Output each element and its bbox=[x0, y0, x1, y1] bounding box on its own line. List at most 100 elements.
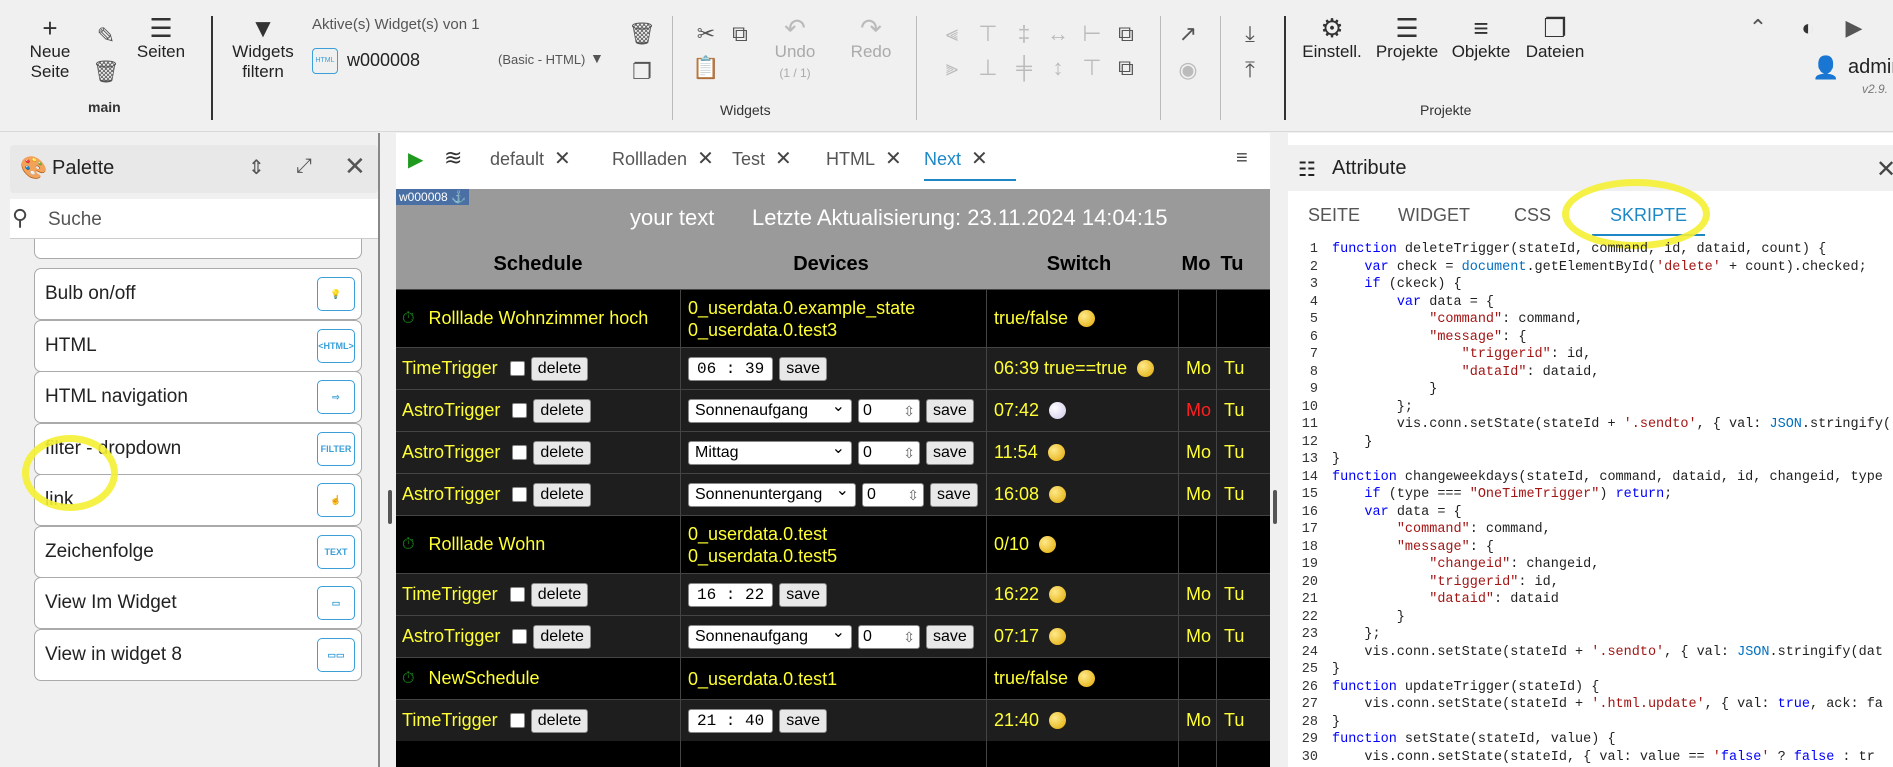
tu-cell[interactable]: Tu bbox=[1224, 574, 1244, 615]
align-vcenter-icon[interactable]: ‡ bbox=[1010, 20, 1038, 48]
objects-button[interactable]: ≡ Objekte bbox=[1450, 14, 1512, 62]
palette-item-partial[interactable] bbox=[34, 239, 362, 259]
align-bottom-icon[interactable]: ⊥ bbox=[974, 54, 1002, 82]
layers-icon[interactable]: ≋ bbox=[444, 145, 462, 171]
mo-cell[interactable]: Mo bbox=[1186, 390, 1211, 431]
offset-input[interactable]: 0 bbox=[858, 398, 920, 423]
astro-select[interactable]: Mittag bbox=[688, 438, 852, 465]
mo-cell[interactable]: Mo bbox=[1186, 348, 1211, 389]
tu-cell[interactable]: Tu bbox=[1224, 616, 1244, 657]
palette-item[interactable]: Zeichenfolge TEXT bbox=[34, 525, 362, 578]
offset-input[interactable]: 0 bbox=[858, 440, 920, 465]
align-hcenter-icon[interactable]: ╪ bbox=[1010, 54, 1038, 82]
username[interactable]: admin bbox=[1848, 56, 1893, 79]
palette-scrollbar[interactable] bbox=[378, 133, 380, 767]
theme-icon[interactable]: ◐ bbox=[1794, 14, 1822, 42]
checkbox[interactable] bbox=[512, 445, 528, 460]
delete-button[interactable]: delete bbox=[530, 708, 589, 733]
collapse-icon[interactable]: ⌃ bbox=[1744, 14, 1772, 42]
cut-icon[interactable]: ✂ bbox=[692, 20, 720, 48]
menu-lines-icon[interactable]: ≡ bbox=[1236, 147, 1248, 170]
tu-cell[interactable]: Tu bbox=[1224, 700, 1244, 741]
distribute-h-icon[interactable]: ↔ bbox=[1044, 20, 1072, 48]
same-height-icon[interactable]: ⊤ bbox=[1078, 54, 1106, 82]
align-right-icon[interactable]: ⫸ bbox=[938, 54, 966, 82]
tu-cell[interactable]: Tu bbox=[1224, 432, 1244, 473]
same-width-icon[interactable]: ⊢ bbox=[1078, 20, 1106, 48]
close-icon[interactable]: ✕ bbox=[554, 148, 571, 170]
script-editor[interactable]: 1 function deleteTrigger(stateId, command… bbox=[1288, 241, 1893, 767]
copy-widget-icon[interactable]: ❐ bbox=[628, 58, 656, 86]
tu-cell[interactable]: Tu bbox=[1224, 390, 1244, 431]
checkbox[interactable] bbox=[509, 361, 525, 376]
close-icon[interactable]: ✕ bbox=[775, 148, 792, 170]
distribute-v-icon[interactable]: ↕ bbox=[1044, 54, 1072, 82]
splitter-left[interactable] bbox=[388, 490, 392, 524]
close-icon[interactable]: ✕ bbox=[697, 148, 714, 170]
undo-button[interactable]: ↶ Undo (1 / 1) bbox=[770, 14, 820, 83]
paste-icon[interactable]: 📋 bbox=[692, 54, 720, 82]
close-icon[interactable]: ✕ bbox=[1876, 155, 1893, 184]
tab-test[interactable]: Test ✕ bbox=[732, 147, 792, 181]
attr-tab-seite[interactable]: SEITE bbox=[1308, 205, 1360, 226]
attr-tab-widget[interactable]: WIDGET bbox=[1398, 205, 1470, 226]
time-input[interactable]: 21 : 40 bbox=[688, 708, 774, 733]
save-button[interactable]: save bbox=[926, 440, 974, 465]
schedule-widget[interactable]: w000008 ⚓ your text Letzte Aktualisierun… bbox=[396, 189, 1270, 767]
save-button[interactable]: save bbox=[779, 582, 828, 607]
open-external-icon[interactable]: ↗ bbox=[1174, 20, 1202, 48]
mo-cell[interactable]: Mo bbox=[1186, 616, 1211, 657]
checkbox[interactable] bbox=[509, 587, 525, 602]
projects-button[interactable]: ☰ Projekte bbox=[1374, 14, 1440, 62]
widget-selector[interactable]: HTML w000008 (Basic - HTML) ▼ bbox=[312, 46, 604, 78]
save-button[interactable]: save bbox=[926, 398, 974, 423]
import-icon[interactable]: ⤓ bbox=[1236, 20, 1264, 48]
palette-search[interactable]: ⚲ Suche bbox=[10, 199, 378, 239]
collapse-all-icon[interactable]: ⤢ bbox=[296, 155, 312, 178]
close-icon[interactable]: ✕ bbox=[971, 148, 988, 170]
save-button[interactable]: save bbox=[930, 482, 978, 507]
align-left-icon[interactable]: ⫷ bbox=[938, 20, 966, 48]
trash-icon[interactable]: 🗑 bbox=[92, 58, 120, 86]
play-icon[interactable]: ▶ bbox=[1840, 14, 1868, 42]
delete-button[interactable]: delete bbox=[533, 482, 591, 507]
close-icon[interactable]: ✕ bbox=[344, 151, 366, 182]
time-input[interactable]: 16 : 22 bbox=[688, 582, 774, 607]
mo-cell[interactable]: Mo bbox=[1186, 700, 1211, 741]
delete-widget-icon[interactable]: 🗑 bbox=[628, 20, 656, 48]
palette-item[interactable]: View Im Widget ▭ bbox=[34, 577, 362, 629]
tab-rollladen[interactable]: Rollladen ✕ bbox=[612, 147, 714, 181]
checkbox[interactable] bbox=[512, 487, 528, 502]
export-icon[interactable]: ⤒ bbox=[1236, 56, 1264, 84]
send-back-icon[interactable]: ⧉ bbox=[1112, 54, 1140, 82]
tu-cell[interactable]: Tu bbox=[1224, 474, 1244, 515]
checkbox[interactable] bbox=[509, 713, 525, 728]
attr-tab-css[interactable]: CSS bbox=[1514, 205, 1551, 226]
expand-icon[interactable]: ⇕ bbox=[248, 155, 265, 180]
palette-item[interactable]: Bulb on/off 💡 bbox=[34, 268, 362, 320]
save-button[interactable]: save bbox=[926, 624, 974, 649]
mo-cell[interactable]: Mo bbox=[1186, 432, 1211, 473]
palette-item[interactable]: View in widget 8 ▭▭ bbox=[34, 628, 362, 681]
new-page-button[interactable]: + Neue Seite bbox=[28, 14, 72, 82]
pencil-icon[interactable]: ✎ bbox=[92, 22, 120, 50]
eye-icon[interactable]: ◉ bbox=[1174, 56, 1202, 84]
save-button[interactable]: save bbox=[779, 708, 828, 733]
tab-default[interactable]: default ✕ bbox=[490, 147, 571, 181]
delete-button[interactable]: delete bbox=[530, 582, 589, 607]
files-button[interactable]: ❐ Dateien bbox=[1524, 14, 1586, 62]
palette-item[interactable]: HTML navigation ⇨ bbox=[34, 371, 362, 423]
pages-button[interactable]: ☰ Seiten bbox=[136, 14, 186, 62]
mo-cell[interactable]: Mo bbox=[1186, 474, 1211, 515]
tu-cell[interactable]: Tu bbox=[1224, 348, 1244, 389]
bring-front-icon[interactable]: ⧉ bbox=[1112, 20, 1140, 48]
delete-button[interactable]: delete bbox=[530, 356, 589, 381]
mo-cell[interactable]: Mo bbox=[1186, 574, 1211, 615]
tab-html[interactable]: HTML ✕ bbox=[826, 147, 902, 181]
astro-select[interactable]: Sonnenuntergang bbox=[688, 480, 856, 507]
astro-select[interactable]: Sonnenaufgang bbox=[688, 396, 852, 423]
search-input[interactable]: Suche bbox=[48, 209, 102, 231]
close-icon[interactable]: ✕ bbox=[885, 148, 902, 170]
palette-item[interactable]: HTML <HTML> bbox=[34, 319, 362, 372]
splitter-right[interactable] bbox=[1273, 490, 1277, 524]
